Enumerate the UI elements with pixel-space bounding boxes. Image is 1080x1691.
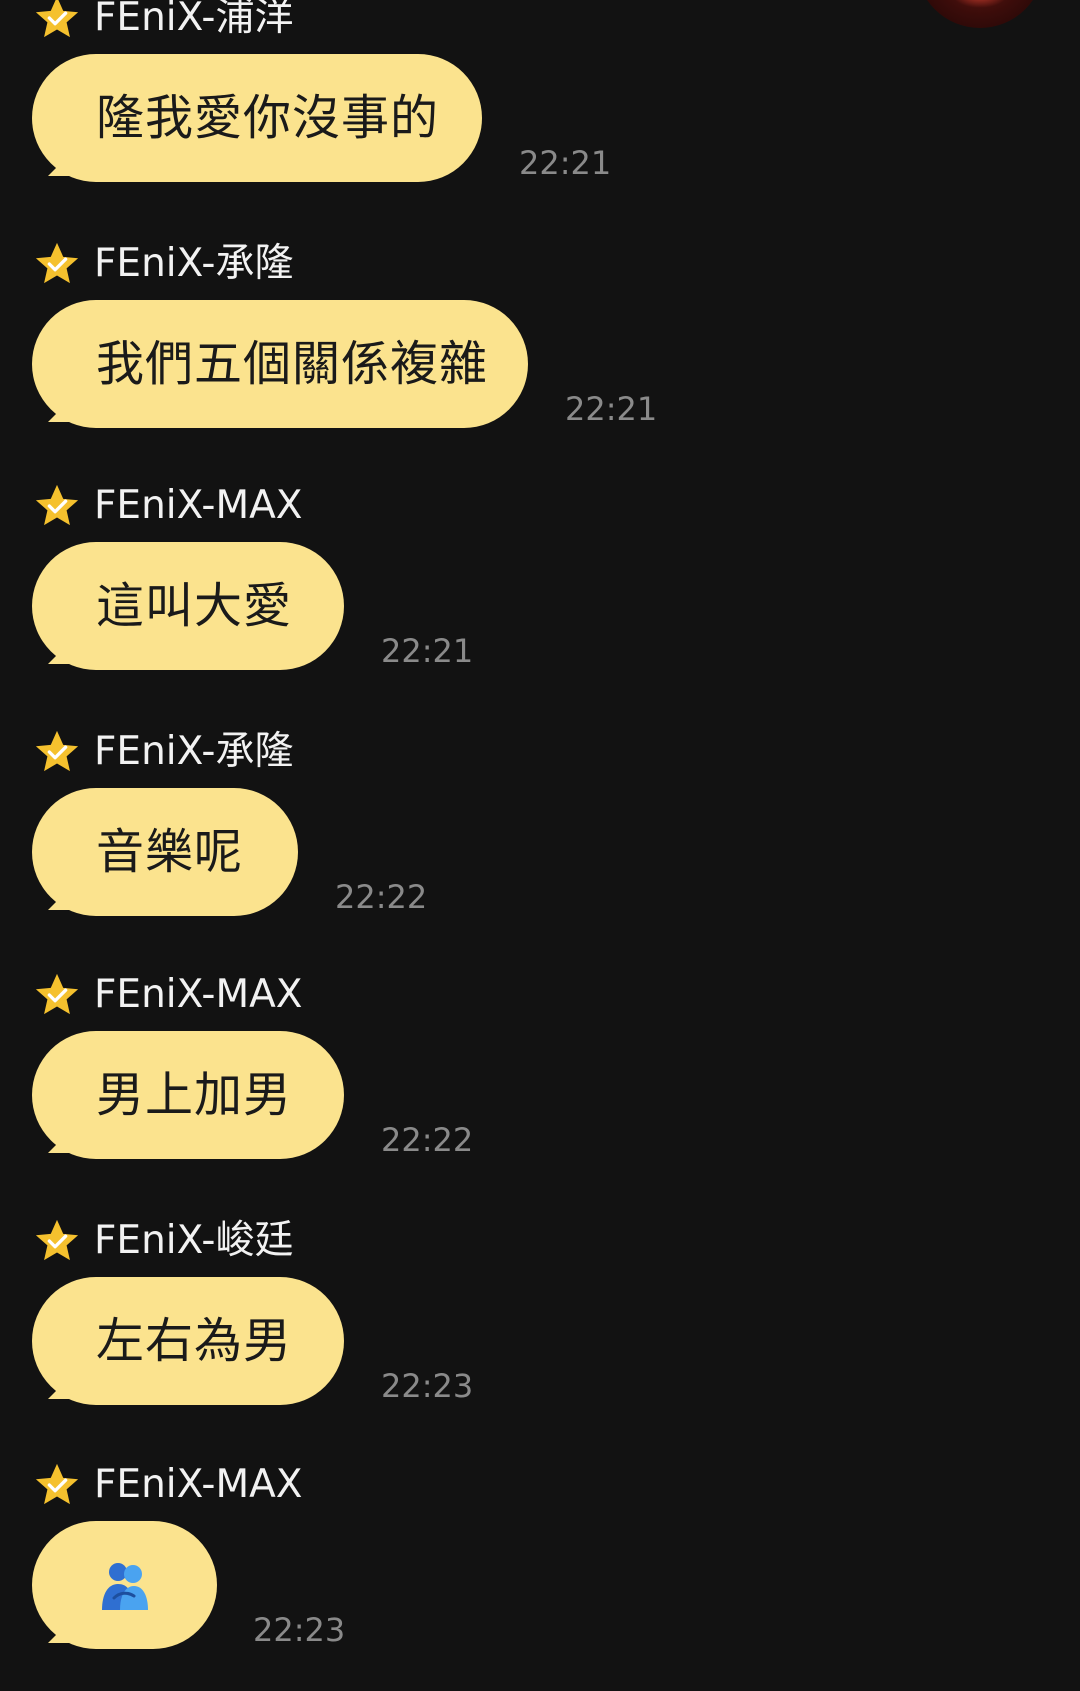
message-bubble[interactable]: 我們五個關係複雜 xyxy=(32,300,528,428)
message-bubble[interactable]: 隆我愛你沒事的 xyxy=(32,54,482,182)
chat-message: FEniX-MAX 男上加男 22:22 xyxy=(0,971,1080,1201)
star-badge-icon xyxy=(35,0,79,38)
sender-name[interactable]: FEniX-峻廷 xyxy=(94,1217,293,1265)
star-badge-icon xyxy=(35,1219,79,1261)
message-bubble[interactable]: 音樂呢 xyxy=(32,788,298,916)
sender-row: FEniX-浦洋 xyxy=(34,0,293,42)
star-badge-icon xyxy=(35,484,79,526)
sender-name[interactable]: FEniX-承隆 xyxy=(94,240,293,288)
message-bubble[interactable] xyxy=(32,1521,217,1649)
message-bubble[interactable]: 男上加男 xyxy=(32,1031,344,1159)
star-badge-icon xyxy=(35,242,79,284)
message-bubble[interactable]: 這叫大愛 xyxy=(32,542,344,670)
chat-message: FEniX-浦洋 隆我愛你沒事的 22:21 xyxy=(0,0,1080,224)
star-badge-icon xyxy=(35,730,79,772)
chat-message: FEniX-承隆 音樂呢 22:22 xyxy=(0,728,1080,958)
message-text: 這叫大愛 xyxy=(96,578,293,634)
star-badge-icon xyxy=(35,1463,79,1505)
star-badge-icon xyxy=(35,973,79,1015)
sender-row: FEniX-MAX xyxy=(34,971,303,1019)
sender-row: FEniX-承隆 xyxy=(34,728,293,776)
chat-message: FEniX-承隆 我們五個關係複雜 22:21 xyxy=(0,240,1080,470)
message-timestamp: 22:22 xyxy=(335,878,428,916)
message-text: 我們五個關係複雜 xyxy=(96,336,489,392)
message-timestamp: 22:21 xyxy=(565,390,658,428)
sender-row: FEniX-峻廷 xyxy=(34,1217,293,1265)
sender-row: FEniX-承隆 xyxy=(34,240,293,288)
sender-row: FEniX-MAX xyxy=(34,1461,303,1509)
sender-row: FEniX-MAX xyxy=(34,482,303,530)
message-timestamp: 22:22 xyxy=(381,1121,474,1159)
sender-name[interactable]: FEniX-承隆 xyxy=(94,728,293,776)
sender-name[interactable]: FEniX-MAX xyxy=(94,971,303,1019)
chat-message: FEniX-MAX 這叫大愛 22:21 xyxy=(0,482,1080,712)
message-text: 左右為男 xyxy=(96,1313,293,1369)
message-timestamp: 22:23 xyxy=(253,1611,346,1649)
sender-name[interactable]: FEniX-MAX xyxy=(94,482,303,530)
chat-message: FEniX-MAX 22:23 xyxy=(0,1461,1080,1691)
message-text: 音樂呢 xyxy=(96,824,244,880)
message-text: 男上加男 xyxy=(96,1067,293,1123)
sender-name[interactable]: FEniX-浦洋 xyxy=(94,0,293,42)
people-hugging-icon xyxy=(102,1563,148,1610)
message-bubble[interactable]: 左右為男 xyxy=(32,1277,344,1405)
sender-name[interactable]: FEniX-MAX xyxy=(94,1461,303,1509)
message-timestamp: 22:23 xyxy=(381,1367,474,1405)
chat-message: FEniX-峻廷 左右為男 22:23 xyxy=(0,1217,1080,1447)
chat-thread[interactable]: FEniX-浦洋 隆我愛你沒事的 22:21 FEniX-承隆 我們五個關係複雜… xyxy=(0,0,1080,1671)
message-timestamp: 22:21 xyxy=(381,632,474,670)
message-timestamp: 22:21 xyxy=(519,144,612,182)
message-text: 隆我愛你沒事的 xyxy=(96,90,440,146)
